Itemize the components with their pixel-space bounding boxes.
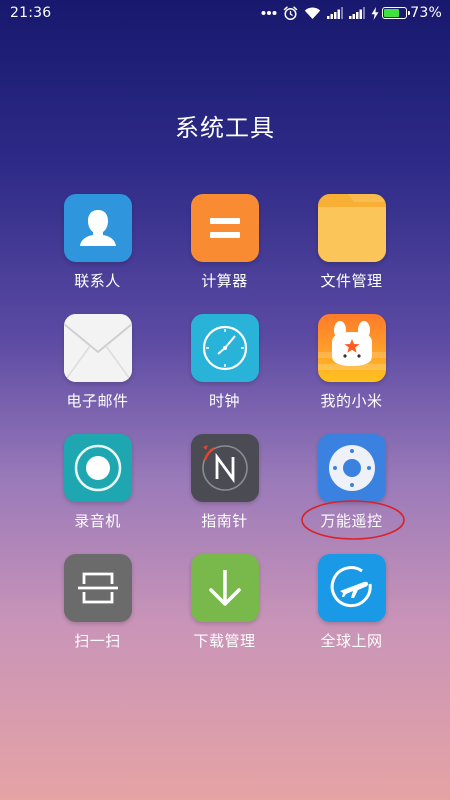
download-icon[interactable]: [190, 554, 259, 622]
battery-icon: [382, 7, 411, 19]
app-scan[interactable]: 扫一扫: [34, 554, 161, 674]
app-label: 扫一扫: [74, 632, 121, 650]
app-label: 全球上网: [320, 632, 383, 650]
folder-icon[interactable]: [317, 194, 386, 262]
mi-bunny-icon[interactable]: [317, 314, 386, 382]
app-clock[interactable]: 时钟: [161, 314, 288, 434]
app-label: 指南针: [201, 512, 248, 530]
signal-icon: [349, 7, 366, 19]
app-label: 文件管理: [320, 272, 383, 290]
app-file-manager[interactable]: 文件管理: [288, 194, 415, 314]
global-internet-icon[interactable]: [317, 554, 386, 622]
app-my-xiaomi[interactable]: 我的小米: [288, 314, 415, 434]
calculator-icon[interactable]: [190, 194, 259, 262]
email-icon[interactable]: [63, 314, 132, 382]
app-label: 万能遥控: [320, 512, 383, 530]
battery-percent: 73%: [410, 5, 442, 21]
app-universal-remote[interactable]: 万能遥控: [288, 434, 415, 554]
remote-control-icon[interactable]: [317, 434, 386, 502]
contacts-icon[interactable]: [63, 194, 132, 262]
app-label: 计算器: [201, 272, 248, 290]
app-global-internet[interactable]: 全球上网: [288, 554, 415, 674]
app-label: 联系人: [74, 272, 121, 290]
more-dots-icon: [261, 10, 277, 16]
status-icons: 73%: [261, 5, 442, 21]
app-recorder[interactable]: 录音机: [34, 434, 161, 554]
compass-icon[interactable]: [190, 434, 259, 502]
recorder-icon[interactable]: [63, 434, 132, 502]
clock-icon[interactable]: [190, 314, 259, 382]
app-label: 下载管理: [193, 632, 256, 650]
app-label: 我的小米: [320, 392, 383, 410]
app-calculator[interactable]: 计算器: [161, 194, 288, 314]
folder-title[interactable]: 系统工具: [0, 108, 450, 143]
signal-icon: [327, 7, 344, 19]
charging-icon: [371, 6, 379, 20]
app-label: 时钟: [208, 392, 240, 410]
wifi-icon: [304, 6, 321, 20]
app-download-manager[interactable]: 下载管理: [161, 554, 288, 674]
alarm-icon: [283, 5, 298, 21]
app-label: 录音机: [74, 512, 121, 530]
app-compass[interactable]: 指南针: [161, 434, 288, 554]
scan-icon[interactable]: [63, 554, 132, 622]
app-email[interactable]: 电子邮件: [34, 314, 161, 434]
battery-status: 73%: [371, 5, 442, 21]
battery-fill: [384, 9, 400, 17]
status-time: 21:36: [10, 5, 52, 21]
app-grid: 联系人 计算器 文件管理 电子邮件 时钟 我的小米 录音机 指南针 万能遥控 扫…: [34, 194, 416, 674]
status-bar: 21:36 73%: [0, 0, 450, 26]
app-label: 电子邮件: [66, 392, 129, 410]
app-contacts[interactable]: 联系人: [34, 194, 161, 314]
